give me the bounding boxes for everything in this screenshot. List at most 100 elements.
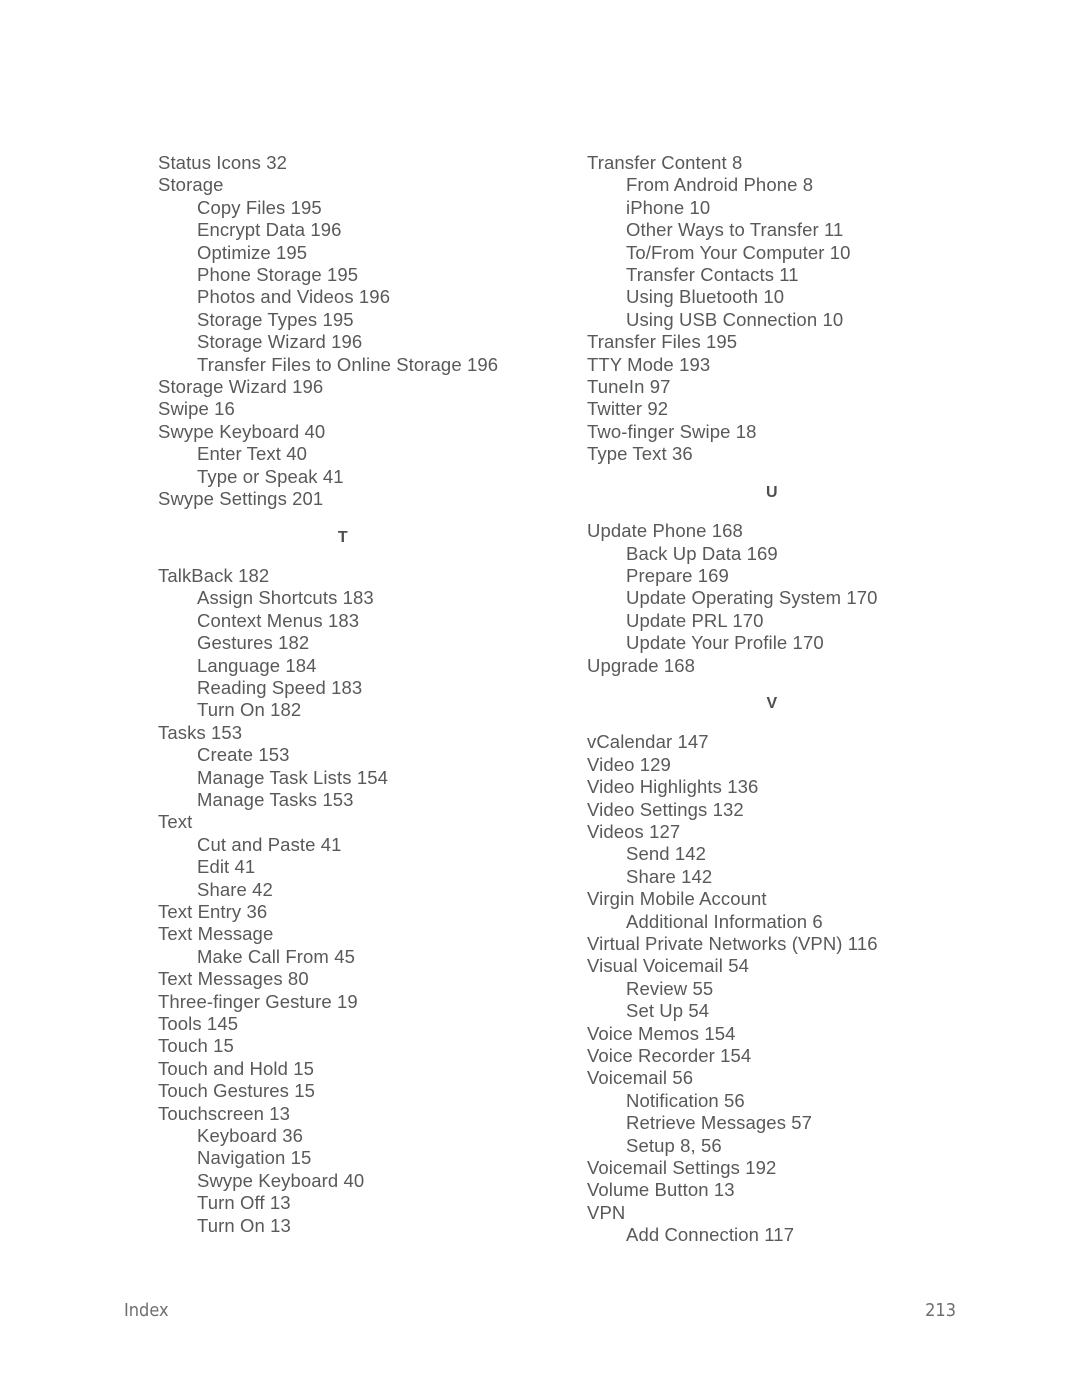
- index-entry: TalkBack 182: [158, 564, 270, 586]
- index-entry: Update Phone 168: [587, 520, 743, 542]
- index-subentry: Other Ways to Transfer 11: [626, 219, 844, 241]
- index-subentry: Turn On 182: [197, 699, 302, 721]
- index-entry: Transfer Content 8: [587, 152, 743, 173]
- index-subentry: Manage Tasks 153: [197, 788, 354, 810]
- index-entry: Video Settings 132: [587, 798, 744, 820]
- index-subentry: Using USB Connection 10: [626, 308, 844, 330]
- index-entry: TTY Mode 193: [587, 353, 711, 375]
- index-subentry: Share 42: [197, 878, 273, 900]
- index-subentry: Storage Types 195: [197, 308, 354, 330]
- index-subentry: Create 153: [197, 744, 290, 766]
- index-entry: Three-finger Gesture 19: [158, 990, 358, 1012]
- index-subentry: Encrypt Data 196: [197, 219, 342, 241]
- index-entry: Text Entry 36: [158, 901, 268, 922]
- index-entry: Voice Recorder 154: [587, 1045, 752, 1067]
- index-subentry: Swype Keyboard 40: [197, 1169, 365, 1191]
- index-subentry: Photos and Videos 196: [197, 286, 391, 308]
- index-subentry: Edit 41: [197, 856, 256, 878]
- index-subentry: Transfer Files to Online Storage 196: [197, 353, 499, 375]
- index-subentry: Navigation 15: [197, 1147, 312, 1169]
- index-subentry: Update Your Profile 170: [626, 632, 824, 654]
- index-subentry: Phone Storage 195: [197, 264, 359, 286]
- index-entry: Text Message: [158, 923, 274, 945]
- index-entry: Touchscreen 13: [158, 1102, 291, 1124]
- index-entry: Touch 15: [158, 1035, 234, 1057]
- index-subentry: Additional Information 6: [626, 910, 823, 932]
- index-subentry: Gestures 182: [197, 632, 310, 654]
- index-entry: Volume Button 13: [587, 1179, 735, 1201]
- index-entry: Virgin Mobile Account: [587, 888, 767, 910]
- index-entry: Tasks 153: [158, 721, 243, 743]
- index-entry: Tools 145: [158, 1013, 239, 1035]
- index-subentry: Turn On 13: [197, 1214, 291, 1236]
- index-subentry: Enter Text 40: [197, 443, 307, 465]
- letter-heading-v: V: [766, 694, 778, 712]
- letter-heading-u: U: [766, 483, 778, 501]
- index-entry: Storage: [158, 174, 224, 196]
- index-subentry: Optimize 195: [197, 241, 308, 263]
- index-entry: Status Icons 32: [158, 152, 288, 173]
- index-entry: Video Highlights 136: [587, 776, 759, 798]
- index-entry: Touch Gestures 15: [158, 1080, 315, 1102]
- index-entry: Videos 127: [587, 820, 681, 842]
- index-entry: Swype Keyboard 40: [158, 420, 326, 442]
- index-entry: Touch and Hold 15: [158, 1057, 314, 1079]
- index-subentry: Transfer Contacts 11: [626, 264, 799, 286]
- index-subentry: Context Menus 183: [197, 609, 360, 631]
- index-subentry: Using Bluetooth 10: [626, 286, 785, 308]
- index-entry: VPN: [587, 1201, 626, 1223]
- index-subentry: Review 55: [626, 977, 714, 999]
- index-entry: Two-finger Swipe 18: [587, 420, 757, 442]
- index-entry: Swipe 16: [158, 398, 235, 420]
- index-entry: Transfer Files 195: [587, 331, 738, 353]
- index-entry: vCalendar 147: [587, 731, 709, 753]
- index-entry: Voice Memos 154: [587, 1022, 736, 1044]
- index-subentry: Update Operating System 170: [626, 587, 878, 609]
- index-subentry: Notification 56: [626, 1089, 745, 1111]
- index-subentry: Keyboard 36: [197, 1125, 304, 1147]
- index-subentry: Copy Files 195: [197, 196, 322, 218]
- right-column: Transfer Content 8 From Android Phone 8 iP…: [587, 152, 957, 1247]
- index-entry: Swype Settings 201: [158, 488, 324, 510]
- index-subentry: Share 142: [626, 865, 713, 887]
- footer-page-number: 213: [925, 1300, 956, 1321]
- index-subentry: Add Connection 117: [626, 1224, 795, 1246]
- index-subentry: Set Up 54: [626, 1000, 710, 1022]
- index-subentry: Reading Speed 183: [197, 676, 363, 698]
- index-columns: Status Icons 32 Storage Copy Files 195 Encr…: [158, 152, 958, 1247]
- index-entry: Virtual Private Networks (VPN) 116: [587, 933, 878, 954]
- index-entry: Video 129: [587, 753, 671, 775]
- index-entry: Upgrade 168: [587, 654, 696, 676]
- footer-label: Index: [124, 1300, 169, 1321]
- index-subentry: Setup 8, 56: [626, 1134, 722, 1156]
- index-subentry: Language 184: [197, 654, 317, 676]
- letter-heading-t: T: [337, 528, 349, 546]
- left-column: Status Icons 32 Storage Copy Files 195 Encr…: [158, 152, 528, 1237]
- index-subentry: Retrieve Messages 57: [626, 1112, 813, 1134]
- index-subentry: Turn Off 13: [197, 1192, 291, 1214]
- index-entry: Twitter 92: [587, 398, 669, 420]
- index-subentry: Make Call From 45: [197, 945, 355, 967]
- index-page: Status Icons 32 Storage Copy Files 195 Encr…: [0, 0, 1080, 1397]
- index-entry: Visual Voicemail 54: [587, 955, 749, 977]
- index-subentry: iPhone 10: [626, 196, 711, 218]
- page-footer: Index 213: [124, 1300, 956, 1321]
- index-subentry: From Android Phone 8: [626, 174, 814, 196]
- index-entry: Text Messages 80: [158, 968, 309, 990]
- index-subentry: Manage Task Lists 154: [197, 766, 388, 788]
- index-entry: Voicemail 56: [587, 1067, 694, 1089]
- index-entry: Type Text 36: [587, 443, 693, 465]
- index-entry: Text: [158, 811, 193, 833]
- index-entry: Storage Wizard 196: [158, 376, 324, 398]
- index-entry: TuneIn 97: [587, 376, 671, 398]
- index-subentry: To/From Your Computer 10: [626, 241, 851, 263]
- index-subentry: Update PRL 170: [626, 609, 764, 631]
- index-subentry: Back Up Data 169: [626, 542, 778, 564]
- index-subentry: Assign Shortcuts 183: [197, 587, 374, 609]
- index-entry: Voicemail Settings 192: [587, 1157, 777, 1179]
- index-subentry: Prepare 169: [626, 564, 729, 586]
- index-subentry: Send 142: [626, 843, 707, 865]
- index-subentry: Type or Speak 41: [197, 465, 344, 487]
- index-subentry: Storage Wizard 196: [197, 331, 363, 353]
- index-subentry: Cut and Paste 41: [197, 833, 342, 855]
